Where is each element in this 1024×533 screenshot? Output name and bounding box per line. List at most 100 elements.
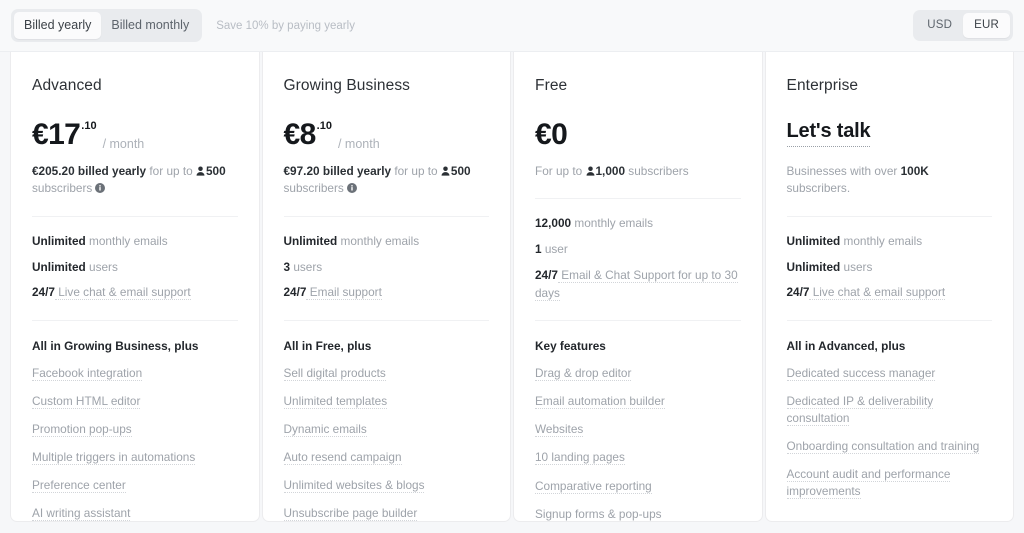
feature-label[interactable]: Preference center <box>32 478 126 494</box>
spec-item-2: 3 users <box>284 259 490 277</box>
info-icon[interactable] <box>346 181 357 194</box>
note-subscriber-count: 500 <box>450 164 471 178</box>
price-amount: €0 <box>535 118 568 151</box>
spec-label[interactable]: Email & Chat Support for up to 30 days <box>535 267 738 301</box>
plan-name: Growing Business <box>283 77 411 94</box>
plan-price: Let's talk <box>786 120 993 152</box>
note-billed-amount: €97.20 billed yearly <box>283 164 392 178</box>
lets-talk-link[interactable]: Let's talk <box>786 120 871 147</box>
feature-label[interactable]: Signup forms & pop-ups <box>535 506 662 521</box>
feature-label[interactable]: Account audit and performance improvemen… <box>786 467 951 500</box>
spec-label: users <box>290 259 323 274</box>
feature-item-3: Onboarding consultation and training <box>786 438 993 455</box>
billing-option-0[interactable]: Billed yearly <box>14 12 102 39</box>
feature-label[interactable]: Facebook integration <box>32 365 143 381</box>
price-cents: .10 <box>81 120 97 132</box>
feature-label[interactable]: Websites <box>535 422 584 438</box>
feature-item-1: Drag & drop editor <box>535 365 741 382</box>
spec-item-3: 24/7 Email support <box>284 284 490 302</box>
feature-label[interactable]: Unlimited templates <box>283 394 388 410</box>
spec-item-3: 24/7 Live chat & email support <box>32 284 238 302</box>
plan-specs: Unlimited monthly emails Unlimited users 2… <box>787 233 993 302</box>
feature-label[interactable]: Drag & drop editor <box>535 366 632 382</box>
spec-label[interactable]: Live chat & email support <box>809 285 946 301</box>
spec-label: monthly emails <box>840 233 923 248</box>
feature-item-2: Email automation builder <box>535 393 741 410</box>
feature-item-4: Auto resend campaign <box>283 449 490 466</box>
currency-option-1[interactable]: EUR <box>963 12 1010 39</box>
features-heading: Key features <box>535 339 606 354</box>
features-heading: All in Growing Business, plus <box>32 338 199 353</box>
feature-item-1: Sell digital products <box>283 365 490 382</box>
note-billed-amount: €205.20 billed yearly <box>32 164 147 178</box>
feature-item-6: Signup forms & pop-ups <box>535 506 741 521</box>
spec-value: Unlimited <box>786 259 841 274</box>
spec-value: Unlimited <box>32 233 86 248</box>
plan-specs: 12,000 monthly emails 1 user 24/7 Email & … <box>535 215 741 302</box>
feature-label[interactable]: Custom HTML editor <box>32 394 141 410</box>
plan-name: Advanced <box>32 77 102 94</box>
spec-item-3: 24/7 Live chat & email support <box>787 284 993 302</box>
feature-item-3: Dynamic emails <box>283 421 490 438</box>
feature-item-3: Promotion pop-ups <box>32 421 238 438</box>
feature-label[interactable]: 10 landing pages <box>535 450 625 466</box>
spec-value: 12,000 <box>535 216 572 231</box>
plan-name: Enterprise <box>786 77 859 94</box>
feature-item-2: Custom HTML editor <box>32 393 238 410</box>
spec-item-2: Unlimited users <box>787 259 993 277</box>
spec-label: users <box>840 259 873 274</box>
billing-period-toggle[interactable]: Billed yearly Billed monthly <box>11 9 203 42</box>
spec-label[interactable]: Email support <box>306 285 382 301</box>
card-divider-top <box>283 215 489 217</box>
card-divider-features <box>32 319 238 321</box>
plan-subscriber-note: For up to 1,000 subscribers <box>535 164 689 178</box>
feature-item-1: Facebook integration <box>32 365 238 382</box>
spec-item-1: 12,000 monthly emails <box>535 215 741 233</box>
feature-label[interactable]: Unlimited websites & blogs <box>283 478 425 494</box>
spec-value: Unlimited <box>32 259 86 274</box>
feature-label[interactable]: Unsubscribe page builder <box>283 506 418 521</box>
feature-label[interactable]: Comparative reporting <box>535 478 652 494</box>
billing-option-1[interactable]: Billed monthly <box>101 12 199 39</box>
feature-label[interactable]: Sell digital products <box>283 365 386 381</box>
pricing-toolbar: Billed yearly Billed monthly Save 10% by … <box>0 0 1024 52</box>
price-period: / month <box>337 136 380 151</box>
feature-label[interactable]: Promotion pop-ups <box>32 422 132 438</box>
plan-price: €0 <box>535 120 741 152</box>
spec-item-1: Unlimited monthly emails <box>787 233 993 251</box>
card-divider-top <box>32 215 238 217</box>
person-icon <box>586 164 595 176</box>
card-divider-features <box>535 320 741 322</box>
spec-item-2: 1 user <box>535 241 741 259</box>
plan-price: €17.10 / month <box>32 120 238 152</box>
spec-item-1: Unlimited monthly emails <box>32 233 238 251</box>
feature-label[interactable]: AI writing assistant <box>32 506 131 521</box>
spec-value: Unlimited <box>786 233 841 248</box>
card-divider-top <box>786 215 992 217</box>
card-divider-top <box>535 198 741 200</box>
features-heading: All in Advanced, plus <box>786 338 906 353</box>
info-icon[interactable] <box>95 181 106 194</box>
feature-label[interactable]: Dedicated success manager <box>786 365 936 381</box>
card-divider-features <box>786 319 992 321</box>
currency-toggle[interactable]: USD EUR <box>913 9 1013 42</box>
feature-item-5: Comparative reporting <box>535 478 741 495</box>
price-cents: .10 <box>316 120 332 132</box>
feature-item-4: Multiple triggers in automations <box>32 449 238 466</box>
feature-item-5: Unlimited websites & blogs <box>283 477 490 494</box>
feature-label[interactable]: Auto resend campaign <box>283 450 402 466</box>
spec-value: 24/7 <box>535 267 558 282</box>
feature-label[interactable]: Dedicated IP & deliverability consultati… <box>786 394 934 427</box>
currency-option-0[interactable]: USD <box>916 13 963 39</box>
spec-label: monthly emails <box>337 233 420 248</box>
feature-item-4: Account audit and performance improvemen… <box>786 466 993 500</box>
feature-label[interactable]: Multiple triggers in automations <box>32 450 196 466</box>
feature-item-6: AI writing assistant <box>32 505 238 521</box>
feature-label[interactable]: Dynamic emails <box>283 422 367 438</box>
feature-label[interactable]: Onboarding consultation and training <box>786 439 980 455</box>
person-icon <box>196 164 205 176</box>
feature-item-2: Dedicated IP & deliverability consultati… <box>786 393 993 427</box>
feature-label[interactable]: Email automation builder <box>535 394 665 410</box>
spec-label[interactable]: Live chat & email support <box>54 285 191 301</box>
price-amount: €17 <box>32 118 81 151</box>
